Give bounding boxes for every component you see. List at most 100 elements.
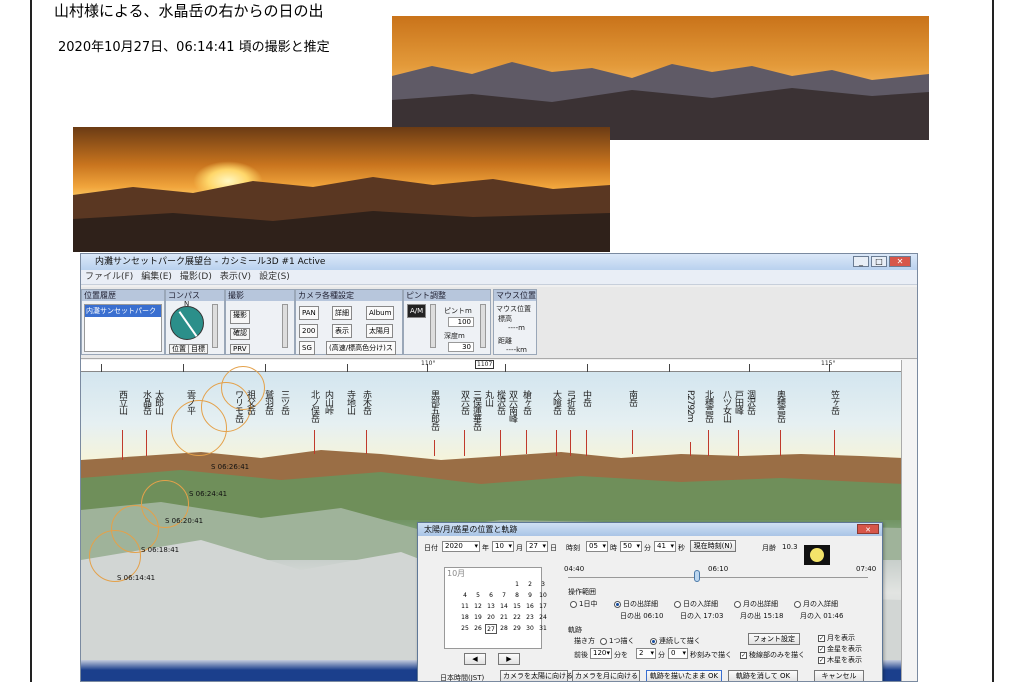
display-button[interactable]: 表示 <box>332 324 352 338</box>
show-moon-checkbox[interactable]: ✓ 月を表示 <box>818 633 855 643</box>
calendar-day[interactable]: 17 <box>537 602 549 612</box>
second-select[interactable]: 41 <box>654 541 676 552</box>
calendar-day[interactable]: 1 <box>511 580 523 590</box>
calendar-day[interactable]: 23 <box>524 613 536 623</box>
history-list[interactable]: 内灘サンセットパーク <box>84 304 162 352</box>
calendar-day[interactable]: 8 <box>511 591 523 601</box>
range-option-sunrise[interactable]: 日の出詳細 <box>614 599 658 609</box>
calendar-day[interactable]: 2 <box>524 580 536 590</box>
focus-slider[interactable] <box>430 304 436 348</box>
next-month-button[interactable]: ▶ <box>498 653 520 665</box>
fast-render-button[interactable]: (高速/標高色分け)ス <box>326 341 396 355</box>
pan-button[interactable]: PAN <box>299 306 319 320</box>
show-venus-checkbox[interactable]: ✓ 金星を表示 <box>818 644 862 654</box>
menu-settings[interactable]: 設定(S) <box>259 270 290 284</box>
calendar-day[interactable]: 20 <box>485 613 497 623</box>
zoom-200-button[interactable]: 200 <box>299 324 319 338</box>
shoot-button[interactable]: 撮影 <box>230 310 250 324</box>
now-button[interactable]: 現在時刻(N) <box>690 540 736 552</box>
time-slider-thumb[interactable] <box>694 570 700 582</box>
step-minute-field[interactable]: 2 <box>636 648 656 659</box>
calendar-day-selected[interactable]: 27 <box>485 624 497 634</box>
menu-file[interactable]: ファイル(F) <box>85 270 133 284</box>
close-button[interactable]: ✕ <box>889 256 911 267</box>
compass-dial[interactable] <box>170 306 204 340</box>
calendar-day[interactable]: 15 <box>511 602 523 612</box>
calendar-day[interactable]: 22 <box>511 613 523 623</box>
ridge-only-checkbox[interactable]: ✓ 稜線部のみを描く <box>740 650 805 660</box>
calendar-day[interactable]: 30 <box>524 624 536 634</box>
menu-edit[interactable]: 編集(E) <box>141 270 172 284</box>
menu-view[interactable]: 表示(V) <box>220 270 251 284</box>
calendar-day[interactable]: 7 <box>498 591 510 601</box>
range-option-sunset[interactable]: 日の入詳細 <box>674 599 718 609</box>
camera-to-sun-button[interactable]: カメラを太陽に向ける <box>500 670 573 681</box>
calendar-day[interactable]: 4 <box>459 591 471 601</box>
calendar-day[interactable]: 24 <box>537 613 549 623</box>
mountain-pointer <box>780 430 781 456</box>
maximize-button[interactable]: □ <box>871 256 887 267</box>
detail-button[interactable]: 詳細 <box>332 306 352 320</box>
sun-moon-button[interactable]: 太陽月 <box>366 324 393 338</box>
calendar-day[interactable]: 6 <box>485 591 497 601</box>
hour-select[interactable]: 05 <box>586 541 608 552</box>
calendar-day[interactable]: 25 <box>459 624 471 634</box>
calendar-day[interactable]: 28 <box>498 624 510 634</box>
sg-button[interactable]: SG <box>299 341 315 355</box>
calendar-day[interactable]: 14 <box>498 602 510 612</box>
menu-shoot[interactable]: 撮影(D) <box>180 270 212 284</box>
clear-track-ok-button[interactable]: 軌跡を消して OK <box>728 670 798 681</box>
mountain-label: 双六南峰 <box>507 390 517 422</box>
calendar-day[interactable]: 3 <box>537 580 549 590</box>
calendar-day[interactable]: 31 <box>537 624 549 634</box>
calendar-day[interactable]: 29 <box>511 624 523 634</box>
calendar-day[interactable]: 9 <box>524 591 536 601</box>
dialog-close-button[interactable]: ✕ <box>857 524 879 534</box>
moon-phase-icon <box>804 545 830 565</box>
depth-slider[interactable] <box>480 304 486 348</box>
year-select[interactable]: 2020 <box>442 541 480 552</box>
calendar[interactable]: 10月 1 2 3 4 5 6 7 8 9 10 11 12 13 14 15 … <box>444 567 547 649</box>
page: 山村様による、水晶岳の右からの日の出 2020年10月27日、06:14:41 … <box>0 0 1024 682</box>
cancel-button[interactable]: キャンセル <box>814 670 864 681</box>
calendar-day[interactable]: 11 <box>459 602 471 612</box>
calendar-day[interactable]: 19 <box>472 613 484 623</box>
step-second-field[interactable]: 0 <box>668 648 688 659</box>
album-button[interactable]: Album <box>366 306 395 320</box>
history-item[interactable]: 内灘サンセットパーク <box>85 305 161 317</box>
calendar-day[interactable]: 21 <box>498 613 510 623</box>
show-jupiter-checkbox[interactable]: ✓ 木星を表示 <box>818 655 862 665</box>
position-button[interactable]: 位置 <box>169 344 189 354</box>
day-select[interactable]: 27 <box>526 541 548 552</box>
panorama-scrollbar[interactable] <box>901 360 917 681</box>
target-button[interactable]: 目標 <box>188 344 208 354</box>
depth-field[interactable]: 30 <box>448 342 474 352</box>
minimize-button[interactable]: _ <box>853 256 869 267</box>
keep-track-ok-button[interactable]: 軌跡を描いたまま OK <box>646 670 722 681</box>
auto-manual-button[interactable]: A/M <box>407 304 427 318</box>
calendar-day[interactable]: 26 <box>472 624 484 634</box>
prv-button[interactable]: PRV <box>230 344 250 354</box>
font-settings-button[interactable]: フォント設定 <box>748 633 800 645</box>
range-option-moonrise[interactable]: 月の出詳細 <box>734 599 778 609</box>
camera-to-moon-button[interactable]: カメラを月に向ける <box>572 670 640 681</box>
calendar-day[interactable]: 5 <box>472 591 484 601</box>
draw-one-option[interactable]: 1つ描く <box>600 636 634 646</box>
range-option-allday[interactable]: 1日中 <box>570 599 597 609</box>
calendar-day[interactable]: 16 <box>524 602 536 612</box>
time-slider-track[interactable] <box>568 577 868 578</box>
before-after-field[interactable]: 120 <box>590 648 612 659</box>
calendar-day[interactable]: 12 <box>472 602 484 612</box>
confirm-button[interactable]: 確認 <box>230 328 250 340</box>
calendar-day[interactable]: 10 <box>537 591 549 601</box>
calendar-day[interactable]: 13 <box>485 602 497 612</box>
month-select[interactable]: 10 <box>492 541 514 552</box>
minute-select[interactable]: 50 <box>620 541 642 552</box>
range-slider[interactable] <box>282 304 288 348</box>
altitude-slider[interactable] <box>212 304 218 348</box>
focus-field[interactable]: 100 <box>448 317 474 327</box>
draw-continuous-option[interactable]: 連続して描く <box>650 636 701 646</box>
prev-month-button[interactable]: ◀ <box>464 653 486 665</box>
calendar-day[interactable]: 18 <box>459 613 471 623</box>
range-option-moonset[interactable]: 月の入詳細 <box>794 599 838 609</box>
